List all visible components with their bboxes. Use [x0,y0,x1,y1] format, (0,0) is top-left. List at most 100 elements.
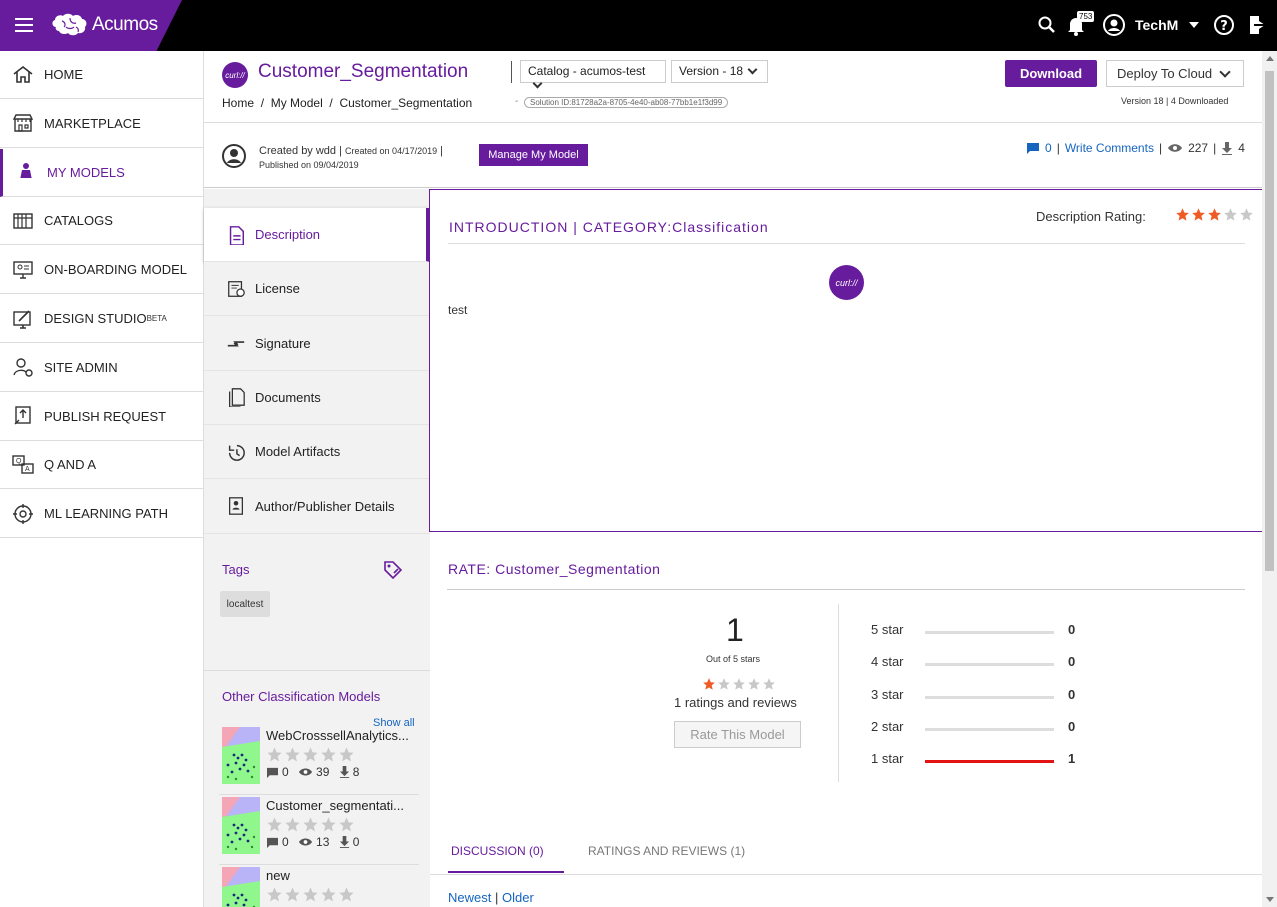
other-model-name[interactable]: WebCrosssellAnalytics... [266,728,416,743]
user-menu-chevron-down-icon[interactable] [1189,22,1199,28]
version-select[interactable]: Version - 18 [671,60,768,83]
sidebar-item-site-admin[interactable]: SITE ADMIN [0,344,204,392]
star-icon [339,887,354,902]
my-models-icon [14,160,38,184]
tab-description[interactable]: Description [204,208,436,262]
tab-label: Model Artifacts [255,444,341,460]
model-stats: 0 | Write Comments | 227 | 4 [1026,141,1245,155]
other-model-card[interactable]: Customer_segmentati... 0 13 0 [219,797,419,865]
catalogs-icon [11,209,35,233]
other-model-card[interactable]: WebCrosssellAnalytics... 0 39 8 [219,727,419,795]
write-comments-link[interactable]: Write Comments [1065,141,1154,155]
rating-breakdown-row: 1 star 1 [871,751,1091,771]
title-divider [511,61,512,83]
chevron-down-icon [532,78,543,89]
rate-this-model-button[interactable]: Rate This Model [674,721,801,748]
tab-model-artifacts[interactable]: Model Artifacts [204,425,430,480]
other-model-name[interactable]: Customer_segmentati... [266,798,416,813]
other-model-card[interactable]: new [219,867,419,907]
sidebar-item-label: ML LEARNING PATH [44,506,169,522]
other-model-rating-stars [266,816,355,833]
tab-documents[interactable]: Documents [204,370,430,425]
tags-divider [204,670,430,671]
manage-my-model-button[interactable]: Manage My Model [479,144,588,166]
tag-edit-icon[interactable] [383,560,403,580]
star-icon [1176,208,1189,221]
sidebar-item-label: Q AND A [44,457,97,473]
sidebar-item-on-boarding-model[interactable]: ON-BOARDING MODEL [0,246,204,295]
sidebar-item-label: PUBLISH REQUEST [44,408,167,424]
sidebar-item-marketplace[interactable]: MARKETPLACE [0,100,204,148]
app-name: Acumos [92,14,158,35]
other-model-rating-stars [266,746,355,763]
download-button[interactable]: Download [1005,60,1097,87]
scroll-down-icon[interactable] [1266,897,1274,902]
user-avatar-icon[interactable] [1102,13,1126,37]
tags-title: Tags [222,562,250,577]
introduction-heading: INTRODUCTION | CATEGORY:Classification [449,219,769,235]
breadcrumb-home[interactable]: Home [222,96,254,110]
model-artifacts-icon [228,444,245,461]
page-scrollbar[interactable] [1262,51,1277,907]
search-icon[interactable] [1035,13,1059,37]
tab-label: License [255,281,300,297]
sidebar-item-my-models[interactable]: MY MODELS [0,148,204,197]
rate-title: RATE: Customer_Segmentation [448,561,661,577]
catalog-select[interactable]: Catalog - acumos-test [520,60,666,89]
star-icon [285,747,300,762]
rate-divider [447,589,1245,590]
onboarding-icon [11,258,35,282]
star-icon [1192,208,1205,221]
tab-license[interactable]: License [204,262,430,317]
sidebar-item-label: HOME [44,67,83,82]
tab-signature[interactable]: Signature [204,316,430,371]
description-text: test [448,303,468,317]
version-info: Version 18 | 4 Downloaded [1121,96,1229,106]
help-icon[interactable]: ? [1212,13,1236,37]
sidebar-item-label: MARKETPLACE [44,115,141,131]
scrollbar-thumb[interactable] [1265,71,1274,571]
author-publisher-icon [229,497,243,515]
average-rating-stars [702,677,776,691]
tab-author-publisher-details[interactable]: Author/Publisher Details [204,479,430,534]
other-model-stats: 0 39 8 [266,765,359,779]
star-icon [1224,208,1237,221]
sidebar-item-home[interactable]: HOME [0,51,204,99]
breadcrumb-my-model[interactable]: My Model [271,96,323,110]
sidebar-item-design-studio[interactable]: DESIGN STUDIO BETA [0,295,204,343]
chevron-down-icon [1219,66,1231,78]
sidebar-item-label: CATALOGS [44,213,113,229]
ml-learning-path-icon [11,502,35,526]
rate-divider-vertical [838,604,839,782]
sidebar-item-publish-request[interactable]: PUBLISH REQUEST [0,393,204,441]
comments-count: 0 [1045,141,1052,155]
sort-older-link[interactable]: Older [502,890,534,905]
deploy-to-cloud-button[interactable]: Deploy To Cloud [1106,60,1244,87]
solution-id-badge: Solution ID:81728a2a-8705-4e40-ab08-77bb… [524,97,729,108]
tab-discussion[interactable]: DISCUSSION (0) [448,844,564,873]
tab-ratings-reviews[interactable]: RATINGS AND REVIEWS (1) [588,844,745,871]
logout-icon[interactable] [1246,13,1270,37]
sidebar-item-catalogs[interactable]: CATALOGS [0,197,204,246]
user-name[interactable]: TechM [1135,17,1178,33]
sidebar-item-ml-learning-path[interactable]: ML LEARNING PATH [0,490,204,539]
description-rating-label: Description Rating: [1036,209,1146,224]
other-model-name[interactable]: new [266,868,416,883]
sort-newest-link[interactable]: Newest [448,890,491,905]
marketplace-icon [11,111,35,135]
hamburger-menu-icon[interactable] [15,18,33,32]
star-level-count: 0 [1068,718,1076,734]
sidebar-item-label: SITE ADMIN [44,359,118,375]
sort-options: Newest | Older [448,890,534,905]
rating-bar [925,760,1054,764]
sidebar-item-q-and-a[interactable]: QA Q AND A [0,441,204,490]
rating-breakdown-row: 2 star 0 [871,719,1091,739]
star-icon [1240,208,1253,221]
model-thumbnail [222,727,260,784]
tag-chip[interactable]: localtest [220,591,270,617]
other-models-title: Other Classification Models [222,689,381,704]
other-model-stats: 0 13 0 [266,835,359,849]
star-icon [303,817,318,832]
scroll-up-icon[interactable] [1266,56,1274,61]
star-icon [748,678,760,690]
